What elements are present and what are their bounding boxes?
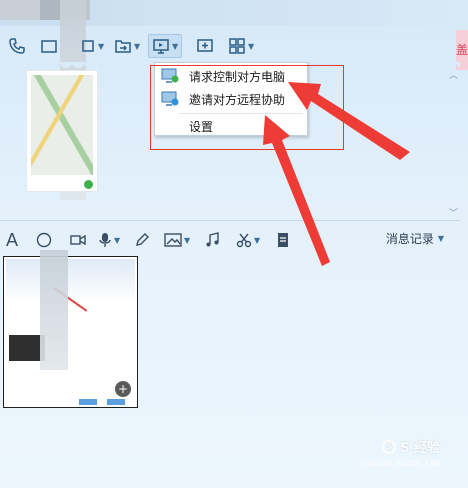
chat-toolbar: ▼ ▼ ▼ ▼ [0, 30, 460, 62]
pasted-screenshot[interactable]: + [3, 256, 138, 408]
transfer-file-icon[interactable]: ▼ [114, 34, 140, 58]
add-icon[interactable] [196, 34, 214, 58]
watermark-logo-icon: S [382, 439, 397, 454]
mic-icon[interactable]: ▼ [98, 228, 120, 252]
input-divider[interactable] [0, 220, 460, 221]
watermark-brand: S 经验 [400, 441, 440, 456]
apps-icon[interactable]: ▼ [228, 34, 254, 58]
status-dot-icon [84, 180, 93, 189]
scroll-up-icon[interactable]: ︿ [449, 68, 458, 81]
zoom-in-icon[interactable]: + [115, 381, 131, 397]
window-icon[interactable] [40, 34, 58, 58]
font-icon[interactable]: A [6, 228, 18, 252]
music-icon[interactable] [204, 228, 220, 252]
scissors-icon[interactable]: ▼ [236, 228, 260, 252]
image-icon[interactable]: ▼ [164, 228, 190, 252]
remote-desktop-icon[interactable]: ▼ [148, 34, 183, 58]
privacy-blur-column [40, 250, 68, 370]
watermark: S S 经验 [382, 437, 440, 456]
received-image-card[interactable] [26, 70, 98, 192]
emoji-icon[interactable] [36, 228, 52, 252]
phone-icon[interactable] [8, 34, 26, 58]
video-call-icon[interactable] [70, 228, 86, 252]
map-image [31, 75, 93, 175]
doc-icon[interactable] [276, 228, 290, 252]
scroll-down-icon[interactable]: ﹀ [449, 206, 458, 219]
message-history-label: 消息记录 [385, 232, 434, 246]
video-icon[interactable]: ▼ [82, 34, 104, 58]
message-history-button[interactable]: 消息记录 ▼ [386, 230, 444, 247]
pen-icon[interactable] [134, 228, 150, 252]
annotation-box [150, 65, 344, 150]
watermark-url: JINGYAN.BAIDU.COM [358, 459, 440, 468]
chevron-down-icon: ▼ [437, 234, 444, 243]
